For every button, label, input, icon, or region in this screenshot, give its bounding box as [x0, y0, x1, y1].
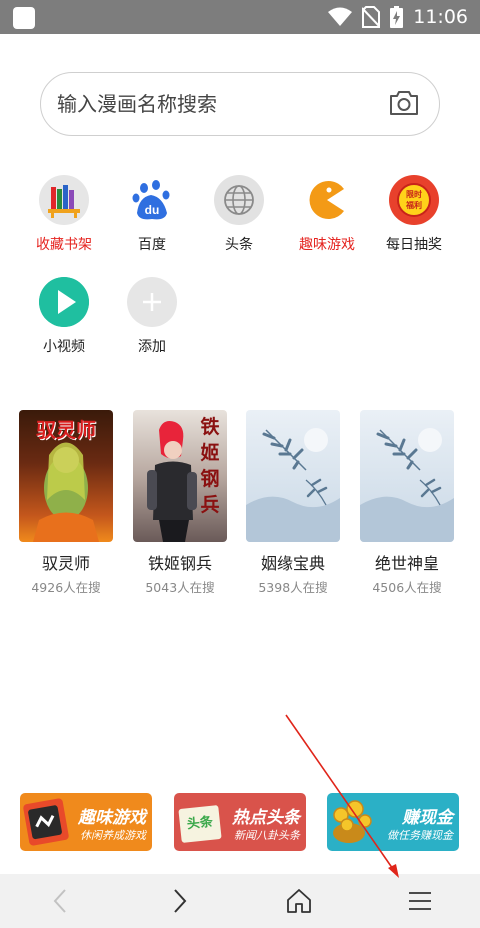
- shortcut-lottery[interactable]: 限时福利 每日抽奖: [374, 175, 454, 254]
- banner-title: 热点头条: [232, 808, 300, 828]
- lottery-icon: 限时福利: [389, 175, 439, 225]
- comic-cover-title: 铁姬钢兵: [200, 416, 220, 516]
- banner-earn-cash[interactable]: 赚现金 做任务赚现金: [327, 793, 459, 851]
- comic-search-count: 5398人在搜: [258, 580, 328, 595]
- bottom-nav: [0, 874, 480, 928]
- comic-cover: 驭灵师: [19, 410, 113, 542]
- comic-card[interactable]: 驭灵师 驭灵师 4926人在搜: [19, 410, 113, 596]
- banner-games[interactable]: 趣味游戏 休闲养成游戏: [20, 793, 152, 851]
- comic-cover: 铁姬钢兵: [133, 410, 227, 542]
- status-bar: 11:06: [0, 0, 480, 34]
- shortcut-label: 趣味游戏: [299, 237, 355, 253]
- pacman-icon: [302, 175, 352, 225]
- comic-title: 铁姬钢兵: [147, 554, 212, 573]
- comic-title: 绝世神皇: [374, 554, 439, 573]
- shortcut-label: 百度: [138, 237, 166, 253]
- comic-search-count: 5043人在搜: [145, 580, 215, 595]
- comic-search-count: 4926人在搜: [31, 580, 101, 595]
- back-button[interactable]: [30, 874, 90, 928]
- app-notification-icon: [13, 7, 35, 29]
- home-icon: [287, 889, 311, 913]
- search-bar[interactable]: [40, 72, 440, 136]
- comic-card[interactable]: 铁姬钢兵 铁姬钢兵 5043人在搜: [133, 410, 227, 596]
- search-input[interactable]: [57, 73, 377, 134]
- globe-icon: [214, 175, 264, 225]
- banner-subtitle: 休闲养成游戏: [80, 829, 146, 842]
- headline-tag: 头条: [178, 805, 222, 843]
- shortcut-label: 头条: [225, 237, 253, 253]
- home-button[interactable]: [269, 874, 329, 928]
- no-sim-icon: [362, 6, 381, 28]
- menu-button[interactable]: [390, 874, 450, 928]
- status-time: 11:06: [413, 6, 468, 28]
- comic-title: 姻缘宝典: [260, 554, 325, 573]
- shortcut-label: 小视频: [43, 339, 85, 355]
- plus-icon: [127, 277, 177, 327]
- back-icon: [53, 889, 66, 913]
- camera-icon[interactable]: [389, 89, 419, 117]
- comic-card[interactable]: 姻缘宝典 5398人在搜: [246, 410, 340, 596]
- play-icon: [39, 277, 89, 327]
- shortcut-toutiao[interactable]: 头条: [199, 175, 279, 254]
- game-tiles-icon: [23, 798, 69, 846]
- banner-subtitle: 做任务赚现金: [387, 829, 453, 842]
- wifi-icon: [328, 7, 353, 26]
- forward-icon: [174, 889, 187, 913]
- shortcut-label: 每日抽奖: [386, 237, 442, 253]
- shortcut-short-video[interactable]: 小视频: [24, 277, 104, 356]
- comic-title: 驭灵师: [41, 554, 90, 573]
- shortcut-add[interactable]: 添加: [112, 277, 192, 356]
- banner-headlines[interactable]: 头条 热点头条 新闻八卦头条: [174, 793, 306, 851]
- coins-icon: [333, 800, 372, 843]
- shortcut-games[interactable]: 趣味游戏: [287, 175, 367, 254]
- banner-title: 趣味游戏: [78, 808, 146, 828]
- menu-icon: [409, 892, 431, 910]
- banner-subtitle: 新闻八卦头条: [234, 829, 300, 842]
- comic-search-count: 4506人在搜: [372, 580, 442, 595]
- baidu-paw-icon: du: [127, 175, 177, 225]
- lottery-badge-text: 限时福利: [406, 190, 422, 210]
- banner-title: 赚现金: [402, 808, 453, 828]
- svg-text:du: du: [145, 203, 160, 217]
- shortcut-label: 添加: [138, 339, 166, 355]
- comic-cover-placeholder: [246, 410, 340, 542]
- forward-button[interactable]: [150, 874, 210, 928]
- battery-charging-icon: [390, 6, 404, 28]
- shortcut-bookshelf[interactable]: 收藏书架: [24, 175, 104, 254]
- shortcut-label: 收藏书架: [36, 237, 92, 253]
- shortcut-baidu[interactable]: du 百度: [112, 175, 192, 254]
- comic-cover-placeholder: [360, 410, 454, 542]
- comic-cover-title: 驭灵师: [36, 418, 96, 442]
- comic-card[interactable]: 绝世神皇 4506人在搜: [360, 410, 454, 596]
- bookshelf-icon: [39, 175, 89, 225]
